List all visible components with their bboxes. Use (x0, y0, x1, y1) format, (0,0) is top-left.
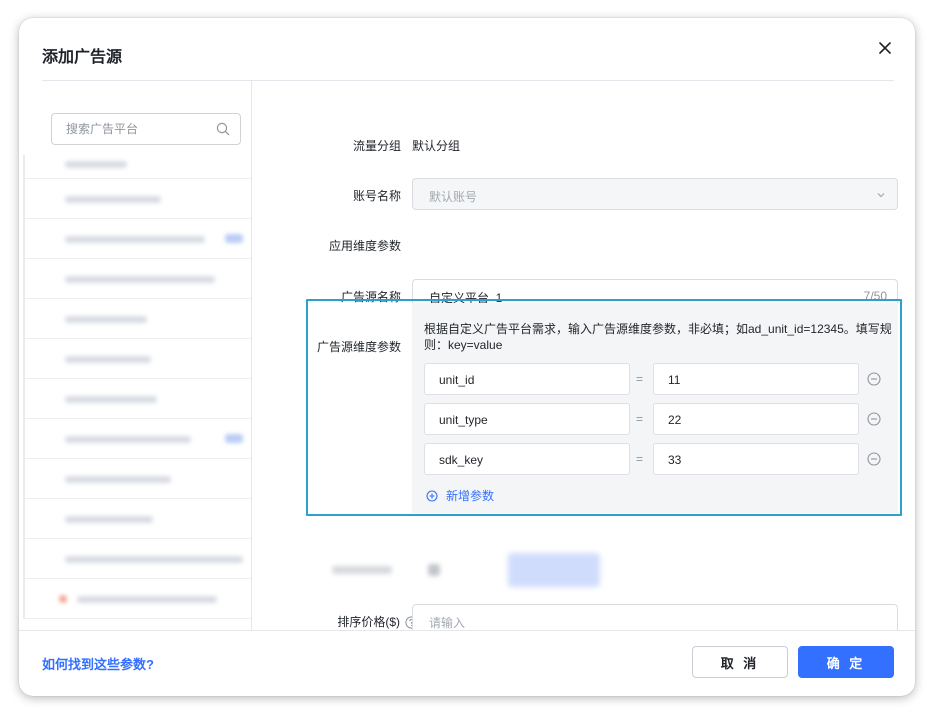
list-item[interactable] (23, 379, 251, 419)
traffic-group-label: 流量分组 (352, 139, 401, 153)
list-item[interactable] (23, 499, 251, 539)
list-item[interactable] (23, 179, 251, 219)
list-item[interactable] (23, 419, 251, 459)
chevron-down-icon (877, 193, 885, 198)
traffic-group-value: 默认分组 (412, 139, 461, 153)
sort-price-label-wrap: 排序价格($) (278, 613, 418, 630)
account-name-placeholder: 默认账号 (429, 190, 478, 204)
search-icon[interactable] (216, 122, 230, 136)
footer-divider (19, 630, 915, 631)
list-item[interactable] (23, 219, 251, 259)
sort-price-label: 排序价格($) (337, 615, 400, 629)
add-ad-source-dialog: 添加广告源 搜索广告平台 流量分组 默认分组 账号名称 默认账号 应用维度参数 … (19, 18, 915, 696)
sort-price-placeholder: 请输入 (429, 616, 466, 630)
list-item[interactable] (23, 299, 251, 339)
close-icon (879, 42, 891, 54)
find-params-help-link[interactable]: 如何找到这些参数? (42, 654, 154, 673)
dialog-title: 添加广告源 (42, 49, 123, 66)
platform-sidebar (19, 81, 252, 630)
cancel-button[interactable]: 取 消 (692, 646, 788, 678)
platform-search-box[interactable] (51, 113, 241, 145)
list-item[interactable] (23, 579, 251, 619)
platform-list (19, 155, 251, 619)
ad-source-form: 流量分组 默认分组 账号名称 默认账号 应用维度参数 广告源名称 自定义平台_1… (252, 81, 915, 630)
app-params-label: 应用维度参数 (328, 239, 401, 253)
platform-search-input[interactable] (52, 114, 202, 144)
sort-price-input[interactable]: 请输入 (412, 604, 898, 630)
list-item[interactable] (23, 259, 251, 299)
account-name-select[interactable]: 默认账号 (412, 178, 898, 210)
list-item[interactable] (23, 539, 251, 579)
highlight-frame (306, 299, 902, 516)
close-button[interactable] (875, 38, 895, 58)
account-name-label: 账号名称 (352, 189, 401, 203)
list-item[interactable] (23, 459, 251, 499)
list-item[interactable] (23, 339, 251, 379)
list-item[interactable] (23, 155, 251, 179)
confirm-button[interactable]: 确 定 (798, 646, 894, 678)
